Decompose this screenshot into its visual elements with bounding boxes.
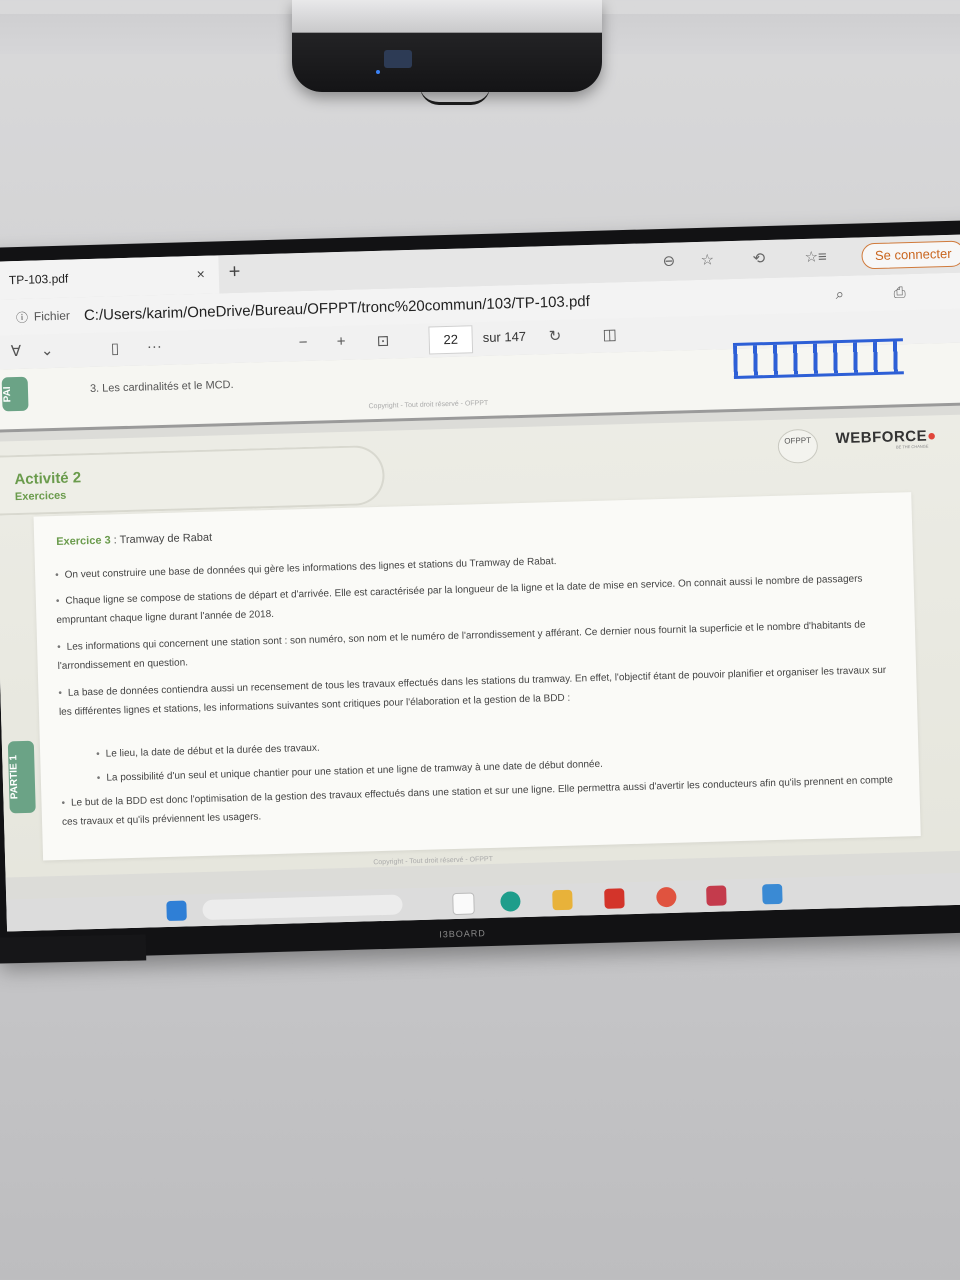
draw-icon[interactable]: ∀ [11, 342, 22, 360]
extensions-icon[interactable]: ⟲ [752, 249, 765, 267]
pdf-document: PAI 3. Les cardinalités et le MCD. Copyr… [0, 338, 960, 932]
app-icon[interactable] [706, 885, 727, 906]
address-label: Fichier [33, 308, 71, 324]
prev-page-line: 3. Les cardinalités et le MCD. [89, 378, 234, 395]
print-icon[interactable]: ⎙ [893, 284, 905, 301]
favorite-star-icon[interactable]: ☆ [700, 251, 714, 269]
exercise-name: : Tramway de Rabat [110, 531, 213, 547]
chrome-icon[interactable] [656, 886, 677, 908]
screen: TP-103.pdf × + ⊖ ☆ ⟲ ☆≡ Se connecter ⓘ F… [0, 233, 960, 932]
sign-in-button[interactable]: Se connecter [861, 240, 960, 270]
webforce-tagline: BE THE CHANGE [895, 443, 929, 450]
two-page-icon[interactable]: ◫ [602, 325, 617, 343]
prev-copyright: Copyright - Tout droit réservé - OFPPT [368, 399, 489, 411]
projector-lens [384, 50, 412, 68]
address-url[interactable]: C:/Users/karim/OneDrive/Bureau/OFPPT/tro… [84, 292, 590, 323]
side-tab-prev: PAI [1, 376, 29, 412]
search-icon[interactable]: ⌕ [835, 286, 844, 303]
photos-icon[interactable] [762, 883, 783, 905]
zoom-icon[interactable]: ⊖ [662, 252, 675, 270]
activity-subtitle: Exercices [14, 489, 67, 504]
projector-cable [420, 86, 490, 105]
tab-close-button[interactable]: × [196, 266, 205, 282]
paragraph-text: Le but de la BDD est donc l'optimisation… [61, 774, 894, 828]
activity-header: Activité 2 Exercices [0, 444, 386, 516]
browser-tab[interactable]: TP-103.pdf × [0, 255, 220, 300]
activity-title: Activité 2 [14, 469, 82, 489]
fence-illustration [732, 338, 904, 379]
page-total: sur 147 [482, 328, 527, 345]
new-tab-button[interactable]: + [228, 261, 240, 284]
board-stand [0, 934, 147, 964]
folder-icon[interactable] [552, 889, 573, 911]
chevron-down-icon[interactable]: ⌄ [41, 341, 54, 359]
favorites-list-icon[interactable]: ☆≡ [804, 247, 827, 266]
ofppt-logo-text: OFPPT [784, 435, 812, 446]
rotate-icon[interactable]: ↻ [548, 327, 561, 345]
edge-icon[interactable] [500, 891, 521, 912]
tab-title: TP-103.pdf [8, 271, 69, 288]
fit-page-icon[interactable]: ⊡ [376, 332, 390, 350]
page-view-icon[interactable]: ▯ [111, 339, 120, 357]
start-icon[interactable] [166, 900, 187, 922]
page-number-input[interactable]: 22 [428, 325, 474, 355]
page-copyright: Copyright - Tout droit réservé - OFPPT [373, 855, 494, 867]
more-tools-button[interactable]: ··· [147, 338, 162, 355]
board-brand: I3BOARD [439, 928, 486, 940]
interactive-board: TP-103.pdf × + ⊖ ☆ ⟲ ☆≡ Se connecter ⓘ F… [0, 219, 960, 960]
current-page: Activité 2 Exercices OFPPT WEBFORCE● BE … [0, 413, 960, 878]
sub-item-text: Le lieu, la date de début et la durée de… [105, 742, 320, 760]
acrobat-icon[interactable] [604, 888, 625, 909]
projector-led [376, 70, 380, 74]
paragraph-text: On veut construire une base de données q… [64, 556, 557, 581]
taskbar-search[interactable] [202, 894, 403, 921]
info-icon[interactable]: ⓘ [16, 308, 28, 325]
exercise-title: Exercice 3 : Tramway de Rabat [56, 532, 212, 548]
side-tab-partie: PARTIE 1 [7, 740, 36, 814]
zoom-in-button[interactable]: + [337, 333, 346, 350]
exercise-card: Exercice 3 : Tramway de Rabat • On veut c… [33, 492, 921, 861]
projector [292, 0, 602, 92]
paragraph-text: La base de données contiendra aussi un r… [58, 664, 887, 718]
ofppt-logo: OFPPT [777, 428, 819, 464]
exercise-number: Exercice 3 [56, 534, 111, 548]
zoom-out-button[interactable]: − [299, 334, 308, 351]
task-view-icon[interactable] [452, 892, 475, 916]
